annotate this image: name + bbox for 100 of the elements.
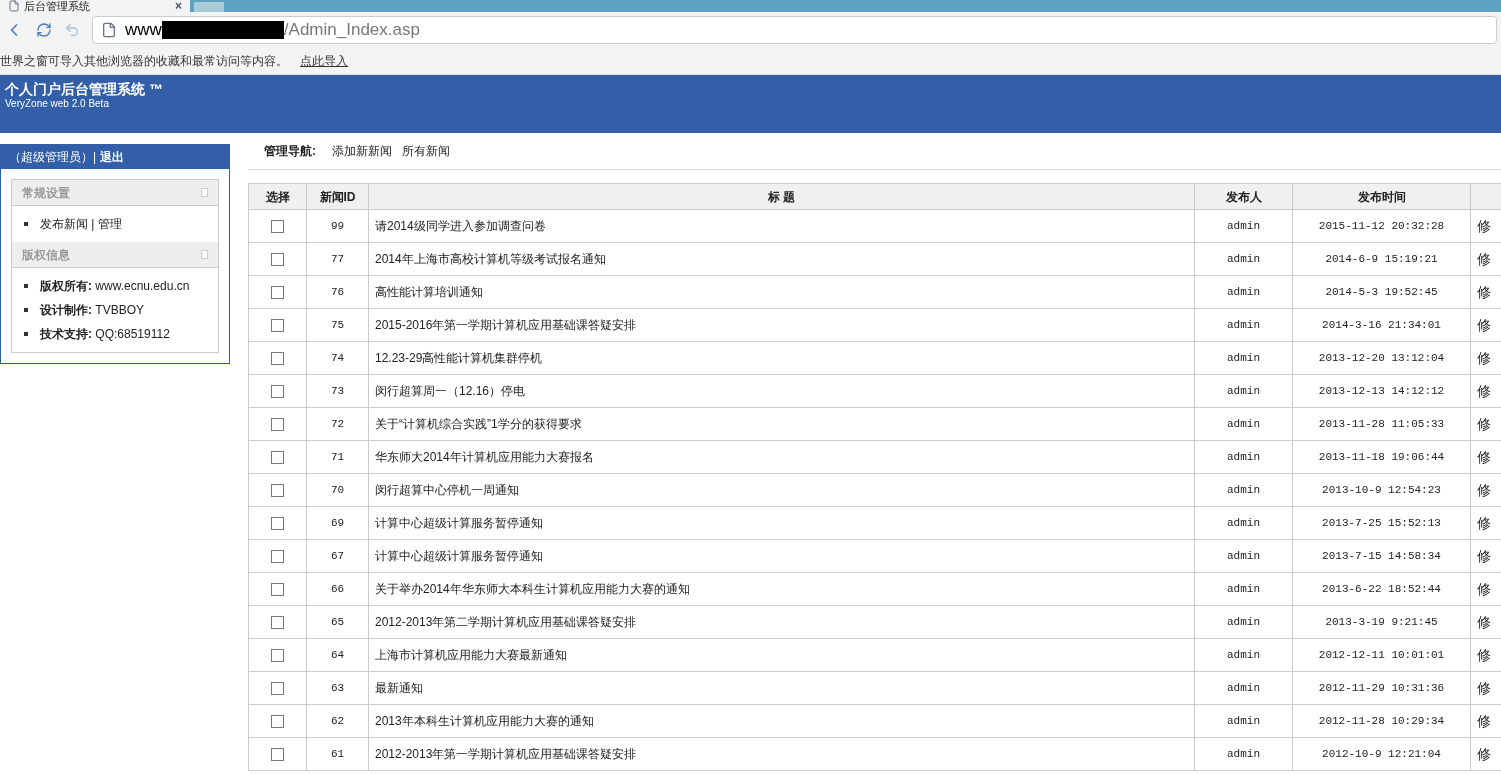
table-cell: 99 [306, 209, 369, 243]
row-checkbox[interactable] [271, 418, 284, 432]
table-cell: 72 [306, 407, 369, 441]
tab-title: 后台管理系统 [24, 0, 91, 12]
nav-label: 管理导航: [264, 143, 316, 160]
table-cell: admin [1194, 308, 1293, 342]
table-cell: 2014-3-16 21:34:01 [1292, 308, 1471, 342]
row-checkbox[interactable] [271, 748, 284, 762]
table-cell: 2013-10-9 12:54:23 [1292, 473, 1471, 507]
table-cell: 2013年本科生计算机应用能力大赛的通知 [368, 704, 1195, 738]
row-checkbox[interactable] [271, 385, 284, 399]
table-cell: 73 [306, 374, 369, 408]
address-field[interactable]: www /Admin_Index.asp [92, 16, 1497, 44]
section-title: 版权信息 [22, 246, 70, 264]
table-cell: 76 [306, 275, 369, 309]
url-text: /Admin_Index.asp [283, 19, 420, 42]
row-checkbox[interactable] [271, 319, 284, 333]
table-cell: 2012-10-9 12:21:04 [1292, 737, 1471, 771]
table-cell: 65 [306, 605, 369, 639]
row-checkbox[interactable] [271, 583, 284, 597]
row-checkbox[interactable] [271, 253, 284, 267]
table-cell: 2012-11-29 10:31:36 [1292, 671, 1471, 705]
column-header: 选择 [248, 183, 307, 210]
table-cell: 华东师大2014年计算机应用能力大赛报名 [368, 440, 1195, 474]
site-subtitle: VeryZone web 2.0 Beta [5, 98, 110, 110]
table-cell: 77 [306, 242, 369, 276]
table-cell: admin [1194, 605, 1293, 639]
row-checkbox[interactable] [271, 517, 284, 531]
table-cell: 2013-11-18 19:06:44 [1292, 440, 1471, 474]
bullet-icon [24, 308, 28, 312]
page-icon [8, 0, 20, 12]
row-checkbox[interactable] [271, 484, 284, 498]
table-cell: 62 [306, 704, 369, 738]
bullet-icon [24, 284, 28, 288]
table-cell: admin [1194, 407, 1293, 441]
table-cell: 64 [306, 638, 369, 672]
row-checkbox[interactable] [271, 616, 284, 630]
table-cell: 2013-12-20 13:12:04 [1292, 341, 1471, 375]
url-text: www [125, 19, 162, 42]
table-cell: 2014-5-3 19:52:45 [1292, 275, 1471, 309]
table-cell: admin [1194, 374, 1293, 408]
sidebar-item: 版权所有: www.ecnu.edu.cn [40, 278, 190, 295]
bullet-icon [24, 222, 28, 226]
table-cell: 75 [306, 308, 369, 342]
table-cell: 66 [306, 572, 369, 606]
table-cell: 2013-12-13 14:12:12 [1292, 374, 1471, 408]
user-role: （超级管理员）| [9, 149, 97, 166]
table-cell: admin [1194, 209, 1293, 243]
table-cell: 2012-12-11 10:01:01 [1292, 638, 1471, 672]
table-cell: 闵行超算周一（12.16）停电 [368, 374, 1195, 408]
table-cell: 2014-6-9 15:19:21 [1292, 242, 1471, 276]
logout-link[interactable]: 退出 [100, 148, 125, 166]
info-message: 世界之窗可导入其他浏览器的收藏和最常访问等内容。 [0, 53, 288, 70]
table-cell: 2015-2016年第一学期计算机应用基础课答疑安排 [368, 308, 1195, 342]
table-cell: 2013-6-22 18:52:44 [1292, 572, 1471, 606]
table-cell: admin [1194, 341, 1293, 375]
table-cell: 2013-7-25 15:52:13 [1292, 506, 1471, 540]
column-header: 发布人 [1194, 183, 1293, 210]
import-link[interactable]: 点此导入 [300, 52, 348, 70]
sidebar-item[interactable]: 发布新闻 | 管理 [40, 215, 122, 233]
table-cell: 关于举办2014年华东师大本科生计算机应用能力大赛的通知 [368, 572, 1195, 606]
nav-link[interactable]: 所有新闻 [402, 142, 450, 160]
table-cell: admin [1194, 638, 1293, 672]
table-cell: admin [1194, 473, 1293, 507]
table-cell: admin [1194, 704, 1293, 738]
table-cell: admin [1194, 539, 1293, 573]
table-cell: admin [1194, 440, 1293, 474]
table-cell: 2012-2013年第一学期计算机应用基础课答疑安排 [368, 737, 1195, 771]
table-cell: 闵行超算中心停机一周通知 [368, 473, 1195, 507]
row-checkbox[interactable] [271, 352, 284, 366]
table-cell: 74 [306, 341, 369, 375]
table-cell: 2015-11-12 20:32:28 [1292, 209, 1471, 243]
table-cell: 计算中心超级计算服务暂停通知 [368, 539, 1195, 573]
table-cell: 61 [306, 737, 369, 771]
sidebar-item: 技术支持: QQ:68519112 [40, 326, 170, 343]
table-cell: 67 [306, 539, 369, 573]
nav-link[interactable]: 添加新新闻 [332, 142, 392, 160]
browser-tab[interactable]: 后台管理系统 × [0, 0, 190, 12]
column-header: 新闻ID [306, 183, 369, 210]
bullet-icon [24, 332, 28, 336]
row-checkbox[interactable] [271, 715, 284, 729]
table-cell: admin [1194, 506, 1293, 540]
table-cell: 关于“计算机综合实践”1学分的获得要求 [368, 407, 1195, 441]
table-cell: 计算中心超级计算服务暂停通知 [368, 506, 1195, 540]
column-header: 发布时间 [1292, 183, 1471, 210]
reload-icon[interactable] [36, 22, 52, 38]
table-cell: 最新通知 [368, 671, 1195, 705]
row-checkbox[interactable] [271, 682, 284, 696]
table-cell: 70 [306, 473, 369, 507]
table-cell: 高性能计算培训通知 [368, 275, 1195, 309]
close-tab-button[interactable]: × [175, 0, 182, 12]
row-checkbox[interactable] [271, 550, 284, 564]
table-cell: 2013-11-28 11:05:33 [1292, 407, 1471, 441]
row-checkbox[interactable] [271, 220, 284, 234]
row-checkbox[interactable] [271, 649, 284, 663]
column-header: 标 题 [368, 183, 1195, 210]
table-cell: 12.23-29高性能计算机集群停机 [368, 341, 1195, 375]
row-checkbox[interactable] [271, 286, 284, 300]
table-cell: 2012-2013年第二学期计算机应用基础课答疑安排 [368, 605, 1195, 639]
row-checkbox[interactable] [271, 451, 284, 465]
